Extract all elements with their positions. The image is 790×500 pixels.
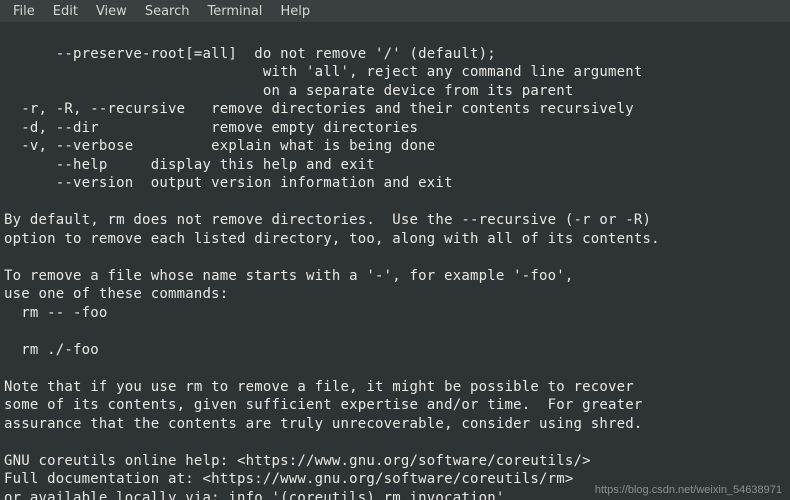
terminal-line: -d, --dir remove empty directories	[4, 120, 418, 136]
menu-view[interactable]: View	[87, 2, 136, 21]
menu-help[interactable]: Help	[271, 2, 319, 21]
terminal-line: GNU coreutils online help: <https://www.…	[4, 453, 591, 469]
menubar: File Edit View Search Terminal Help	[0, 0, 790, 22]
menu-edit[interactable]: Edit	[44, 2, 87, 21]
terminal-line: --preserve-root[=all] do not remove '/' …	[4, 46, 496, 62]
menu-search[interactable]: Search	[136, 2, 199, 21]
terminal-line: Note that if you use rm to remove a file…	[4, 379, 634, 395]
terminal-line: Full documentation at: <https://www.gnu.…	[4, 471, 574, 487]
terminal-line: option to remove each listed directory, …	[4, 231, 660, 247]
menu-terminal[interactable]: Terminal	[198, 2, 271, 21]
terminal-line: By default, rm does not remove directori…	[4, 212, 651, 228]
terminal-line: To remove a file whose name starts with …	[4, 268, 574, 284]
terminal-line: assurance that the contents are truly un…	[4, 416, 643, 432]
terminal-line: rm -- -foo	[4, 305, 108, 321]
terminal-line: on a separate device from its parent	[4, 83, 574, 99]
terminal-line: -v, --verbose explain what is being done	[4, 138, 435, 154]
terminal-line: some of its contents, given sufficient e…	[4, 397, 643, 413]
watermark-text: https://blog.csdn.net/weixin_54638971	[595, 484, 782, 496]
terminal-line: with 'all', reject any command line argu…	[4, 64, 643, 80]
terminal-line: --version output version information and…	[4, 175, 453, 191]
terminal-line: rm ./-foo	[4, 342, 99, 358]
terminal-line: use one of these commands:	[4, 286, 228, 302]
terminal-line: or available locally via: info '(coreuti…	[4, 490, 504, 500]
terminal-output[interactable]: --preserve-root[=all] do not remove '/' …	[0, 22, 790, 500]
terminal-line: -r, -R, --recursive remove directories a…	[4, 101, 634, 117]
terminal-line: --help display this help and exit	[4, 157, 375, 173]
menu-file[interactable]: File	[4, 2, 44, 21]
